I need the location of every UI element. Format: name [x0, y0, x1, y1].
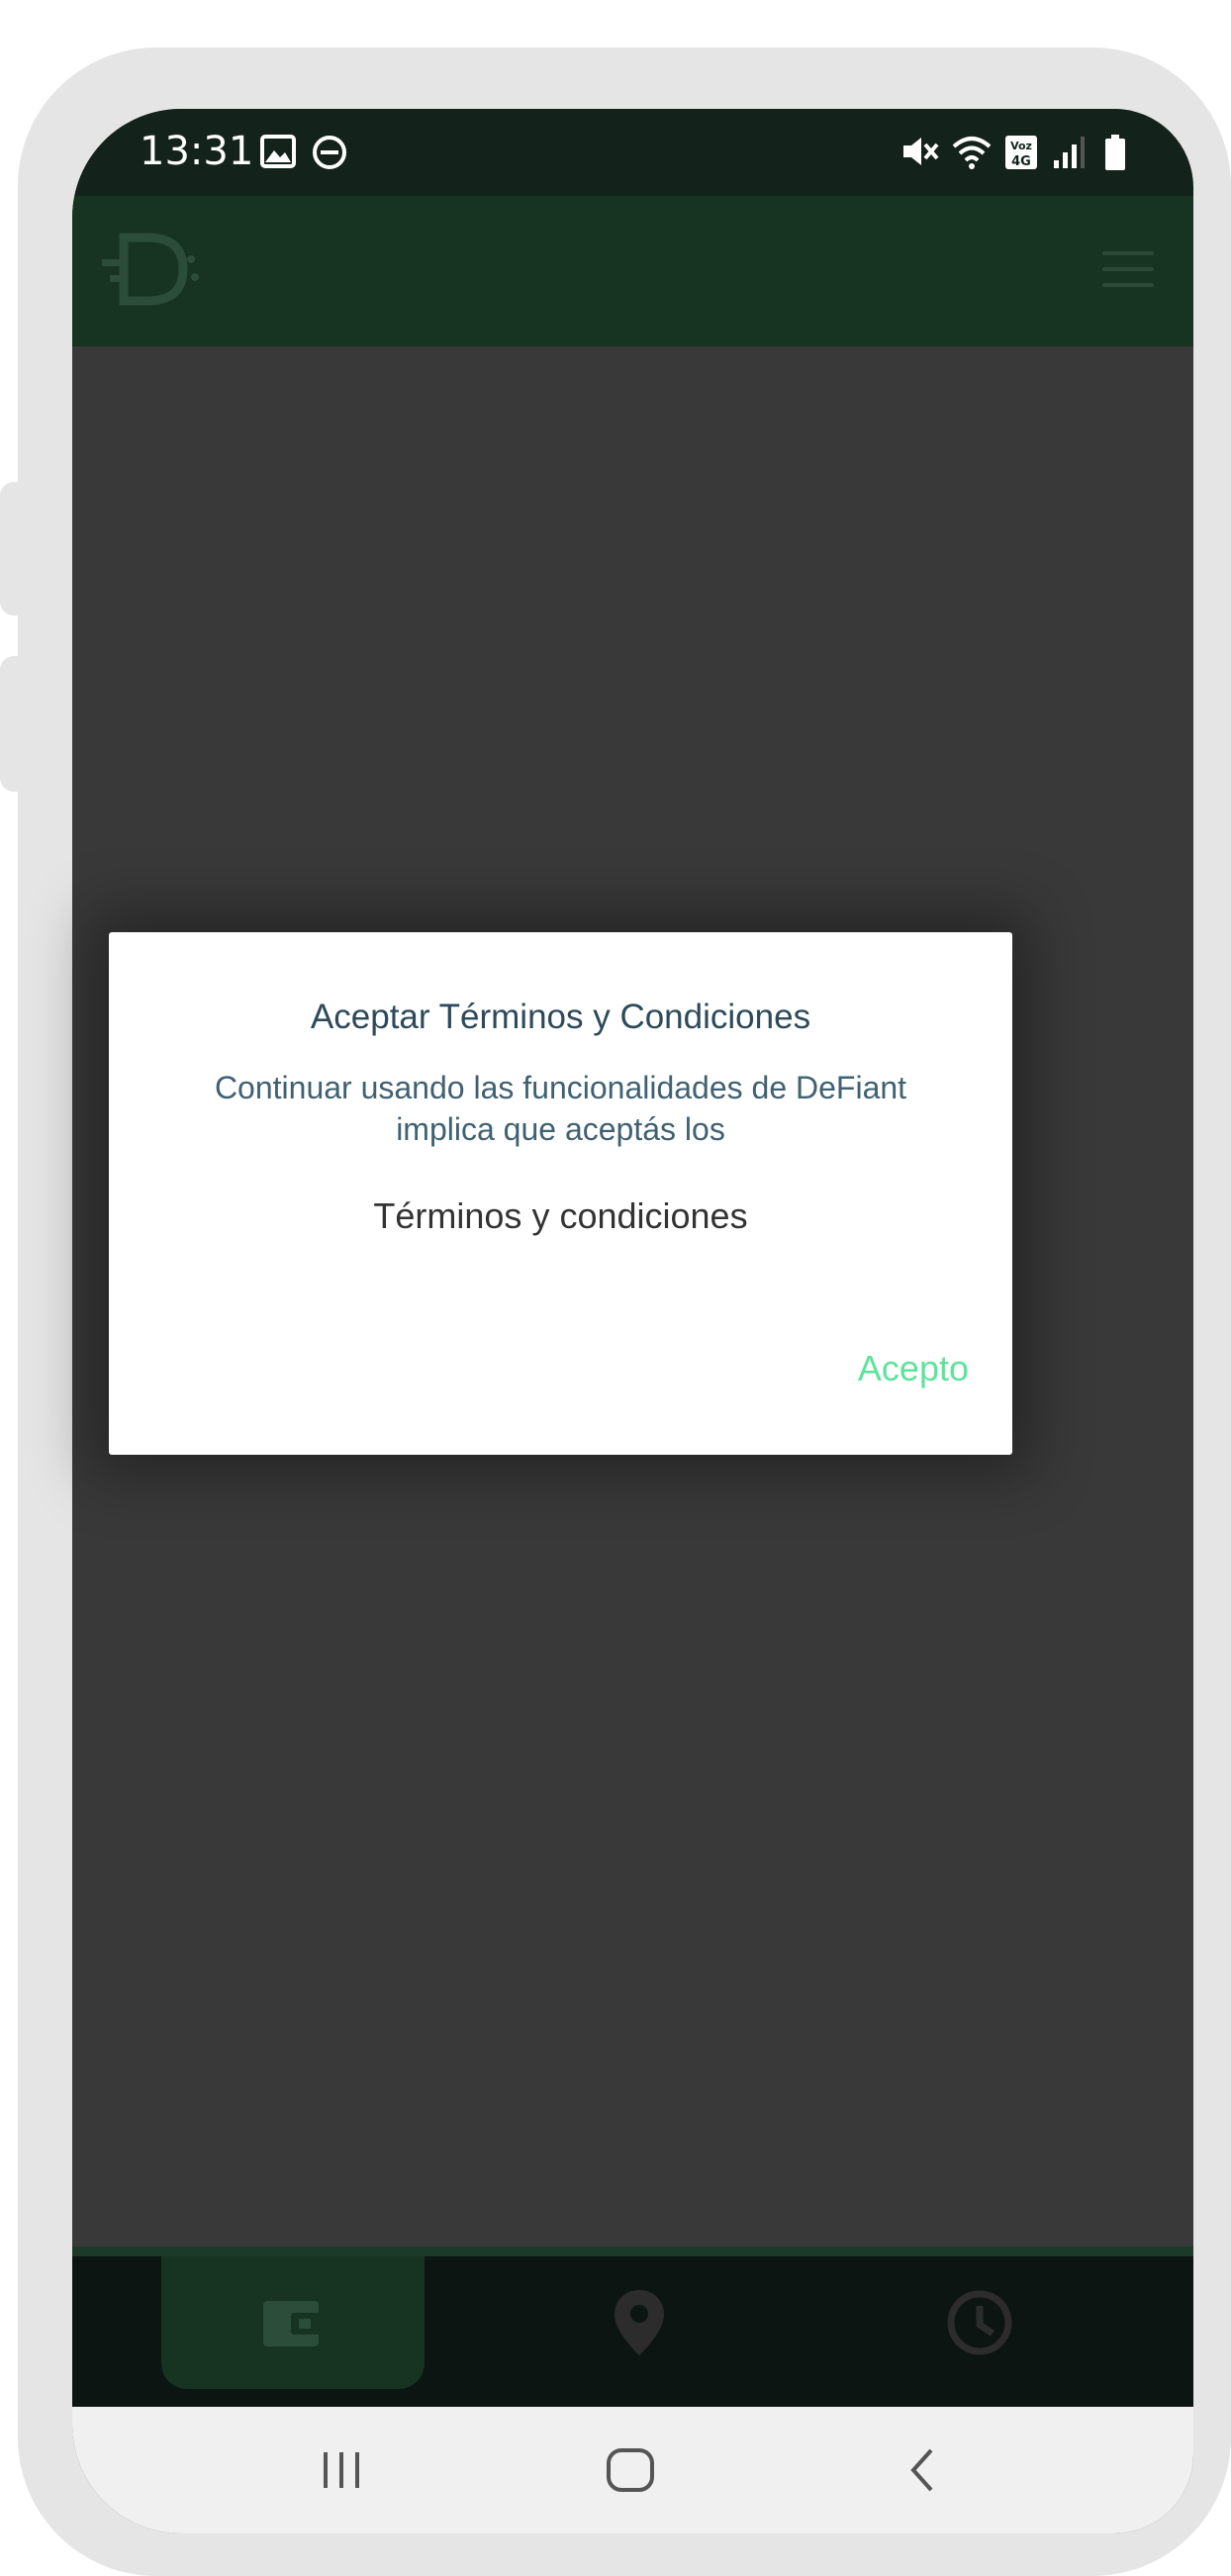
image-icon — [260, 135, 296, 172]
battery-icon — [1103, 135, 1127, 176]
content-bottom-accent — [72, 2246, 1193, 2256]
do-not-disturb-icon — [312, 135, 347, 174]
status-time: 13:31 — [140, 129, 254, 174]
nav-item-location[interactable] — [508, 2256, 771, 2389]
volume-down-side-button — [0, 656, 22, 792]
accept-button[interactable]: Acepto — [858, 1348, 969, 1389]
clock-history-icon — [947, 2290, 1012, 2355]
signal-icon — [1052, 135, 1086, 174]
hamburger-menu-icon[interactable] — [1102, 251, 1154, 291]
wallet-icon — [263, 2301, 321, 2346]
volume-up-side-button — [0, 482, 22, 616]
app-header — [72, 196, 1193, 346]
mute-icon — [901, 135, 941, 172]
bottom-navigation — [72, 2256, 1193, 2407]
dialog-title: Aceptar Términos y Condiciones — [310, 998, 811, 1036]
recent-apps-icon[interactable] — [318, 2440, 365, 2504]
svg-text:Voz: Voz — [1010, 140, 1032, 152]
home-icon[interactable] — [605, 2440, 658, 2504]
status-bar: 13:31 Voz 4G — [72, 109, 1193, 196]
terms-dialog: Aceptar Términos y Condiciones Continuar… — [109, 932, 1012, 1455]
defiant-logo[interactable] — [96, 220, 205, 323]
nav-item-wallet[interactable] — [161, 2256, 425, 2389]
location-pin-icon — [615, 2290, 664, 2355]
system-navigation-bar — [72, 2407, 1193, 2533]
dialog-message: Continuar usando las funcionalidades de … — [214, 1070, 907, 1147]
terms-link[interactable]: Términos y condiciones — [109, 1195, 1012, 1237]
back-icon[interactable] — [901, 2440, 941, 2504]
wifi-icon — [951, 135, 993, 174]
nav-item-history[interactable] — [848, 2256, 1111, 2389]
volte-4g-icon: Voz 4G — [1004, 135, 1038, 174]
svg-text:4G: 4G — [1011, 154, 1031, 169]
